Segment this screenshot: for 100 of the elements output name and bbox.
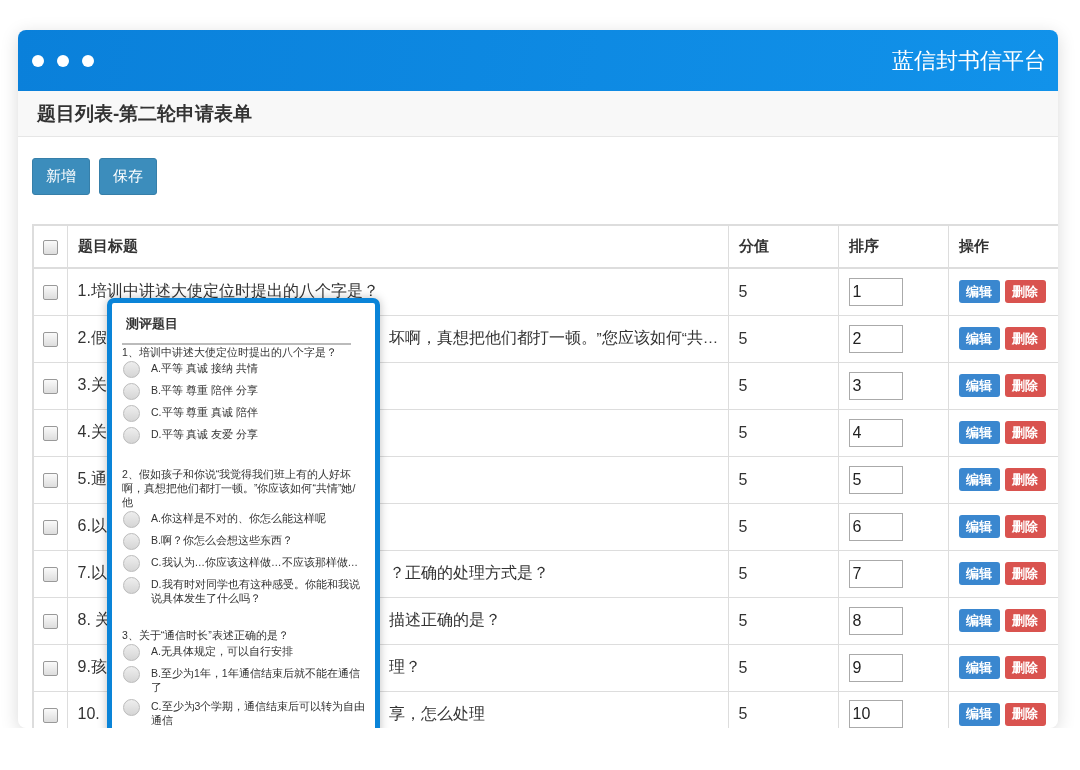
delete-button[interactable]: 删除 <box>1004 468 1046 491</box>
table-cell: 5 <box>738 329 748 347</box>
checkbox[interactable] <box>42 285 58 300</box>
question-text: 2、假如孩子和你说“我觉得我们班上有的人好坏啊，真想把他们都打一顿。”你应该如何“共情”她/他 <box>122 467 357 509</box>
checkbox[interactable] <box>42 378 58 394</box>
order-field[interactable]: 4 <box>848 418 903 447</box>
option-label: A.你这样是不对的、你怎么能这样呢 <box>151 511 326 525</box>
checkbox[interactable] <box>42 707 58 723</box>
table-cell: 5 <box>738 705 748 723</box>
radio-button[interactable] <box>123 383 140 400</box>
edit-button[interactable]: 编辑 <box>958 562 1000 585</box>
edit-button[interactable]: 编辑 <box>958 421 1000 444</box>
order-field[interactable]: 7 <box>848 559 903 588</box>
table-cell: 5 <box>738 611 748 629</box>
order-field[interactable]: 8 <box>848 606 903 635</box>
table-cell: 6.以 <box>77 517 107 534</box>
delete-button[interactable]: 删除 <box>1004 280 1046 304</box>
checkbox[interactable] <box>42 472 58 488</box>
option-label: B.平等 尊重 陪伴 分享 <box>151 383 258 397</box>
table-cell: 9.孩 <box>77 658 107 675</box>
table-cell-text: 描述正确的是？ <box>388 610 501 630</box>
toolbar-button[interactable]: 新增 <box>32 158 90 195</box>
table-cell: 3.关 <box>77 376 107 393</box>
option-label: D.我有时对同学也有这种感受。你能和我说说具体发生了什么吗？ <box>151 577 361 605</box>
radio-button[interactable] <box>123 427 140 444</box>
table-cell: 5 <box>738 282 748 300</box>
popup-title: 测评题目 <box>125 315 179 333</box>
table-cell: 2.假 <box>77 329 107 346</box>
table-cell-text: 理？ <box>388 657 421 677</box>
table-cell: 5 <box>738 376 748 394</box>
column-header: 排序 <box>848 237 879 254</box>
edit-button[interactable]: 编辑 <box>958 656 1000 679</box>
checkbox[interactable] <box>42 519 58 535</box>
order-field[interactable]: 2 <box>848 324 903 353</box>
edit-button[interactable]: 编辑 <box>958 327 1000 350</box>
radio-button[interactable] <box>123 699 140 716</box>
checkbox[interactable] <box>42 240 58 256</box>
window-dot-icon <box>32 54 44 67</box>
checkbox[interactable] <box>42 331 58 347</box>
option-label: B.啊？你怎么会想这些东西？ <box>151 533 293 547</box>
column-header: 题目标题 <box>77 237 138 254</box>
radio-button[interactable] <box>123 405 140 422</box>
radio-button[interactable] <box>123 644 140 661</box>
checkbox[interactable] <box>42 660 58 676</box>
table-cell: 4.关 <box>77 423 107 440</box>
checkbox[interactable] <box>42 566 58 582</box>
table-cell: 5 <box>738 658 748 676</box>
option-label: C.至少为3个学期，通信结束后可以转为自由通信 <box>151 699 367 727</box>
edit-button[interactable]: 编辑 <box>958 280 1000 304</box>
radio-button[interactable] <box>123 533 140 550</box>
radio-button[interactable] <box>123 511 140 528</box>
table-cell: 5 <box>738 470 748 488</box>
table-cell-text: 享，怎么处理 <box>388 703 485 724</box>
table-cell-text: 坏啊，真想把他们都打一顿。”您应该如何“共… <box>388 328 719 348</box>
option-label: C.我认为…你应该这样做…不应该那样做… <box>151 555 358 569</box>
window-dot-icon <box>82 54 94 67</box>
table-cell: 5.通 <box>77 470 107 487</box>
table-cell-text: ？正确的处理方式是？ <box>388 563 549 583</box>
delete-button[interactable]: 删除 <box>1004 656 1046 679</box>
order-field[interactable]: 1 <box>848 277 903 306</box>
delete-button[interactable]: 删除 <box>1004 609 1046 632</box>
page-title: 题目列表-第二轮申请表单 <box>37 101 253 126</box>
order-field[interactable]: 10 <box>848 700 903 728</box>
edit-button[interactable]: 编辑 <box>958 515 1000 538</box>
table-cell: 5 <box>738 423 748 441</box>
radio-button[interactable] <box>123 577 140 594</box>
option-label: C.平等 尊重 真诚 陪伴 <box>151 405 259 419</box>
table-cell: 7.以 <box>77 564 107 581</box>
order-field[interactable]: 6 <box>848 512 903 541</box>
edit-button[interactable]: 编辑 <box>958 374 1000 397</box>
option-label: D.平等 真诚 友爱 分享 <box>151 427 259 441</box>
question-text: 1、培训中讲述大使定位时提出的八个字是？ <box>122 345 338 359</box>
order-field[interactable]: 3 <box>848 371 903 400</box>
delete-button[interactable]: 删除 <box>1004 702 1046 726</box>
checkbox[interactable] <box>42 425 58 441</box>
column-header: 分值 <box>738 237 769 254</box>
column-header: 操作 <box>958 237 989 254</box>
edit-button[interactable]: 编辑 <box>958 609 1000 632</box>
delete-button[interactable]: 删除 <box>1004 562 1046 585</box>
window-title: 蓝信封书信平台 <box>892 46 1046 75</box>
radio-button[interactable] <box>123 555 140 572</box>
radio-button[interactable] <box>123 666 140 683</box>
table-cell: 5 <box>738 564 748 582</box>
table-cell: 1.培训中讲述大使定位时提出的八个字是？ <box>77 282 379 300</box>
edit-button[interactable]: 编辑 <box>958 468 1000 491</box>
option-label: B.至少为1年，1年通信结束后就不能在通信了 <box>151 666 361 694</box>
order-field[interactable]: 5 <box>848 465 903 494</box>
order-field[interactable]: 9 <box>848 653 903 682</box>
question-text: 3、关于“通信时长”表述正确的是？ <box>122 628 290 642</box>
delete-button[interactable]: 删除 <box>1004 374 1046 397</box>
checkbox[interactable] <box>42 613 58 629</box>
option-label: A.平等 真诚 接纳 共情 <box>151 361 258 375</box>
toolbar-button[interactable]: 保存 <box>99 158 157 195</box>
table-cell: 10. <box>77 705 100 723</box>
option-label: A.无具体规定，可以自行安排 <box>151 644 293 658</box>
delete-button[interactable]: 删除 <box>1004 421 1046 444</box>
radio-button[interactable] <box>123 361 140 378</box>
delete-button[interactable]: 删除 <box>1004 327 1046 350</box>
edit-button[interactable]: 编辑 <box>958 702 1000 726</box>
delete-button[interactable]: 删除 <box>1004 515 1046 538</box>
